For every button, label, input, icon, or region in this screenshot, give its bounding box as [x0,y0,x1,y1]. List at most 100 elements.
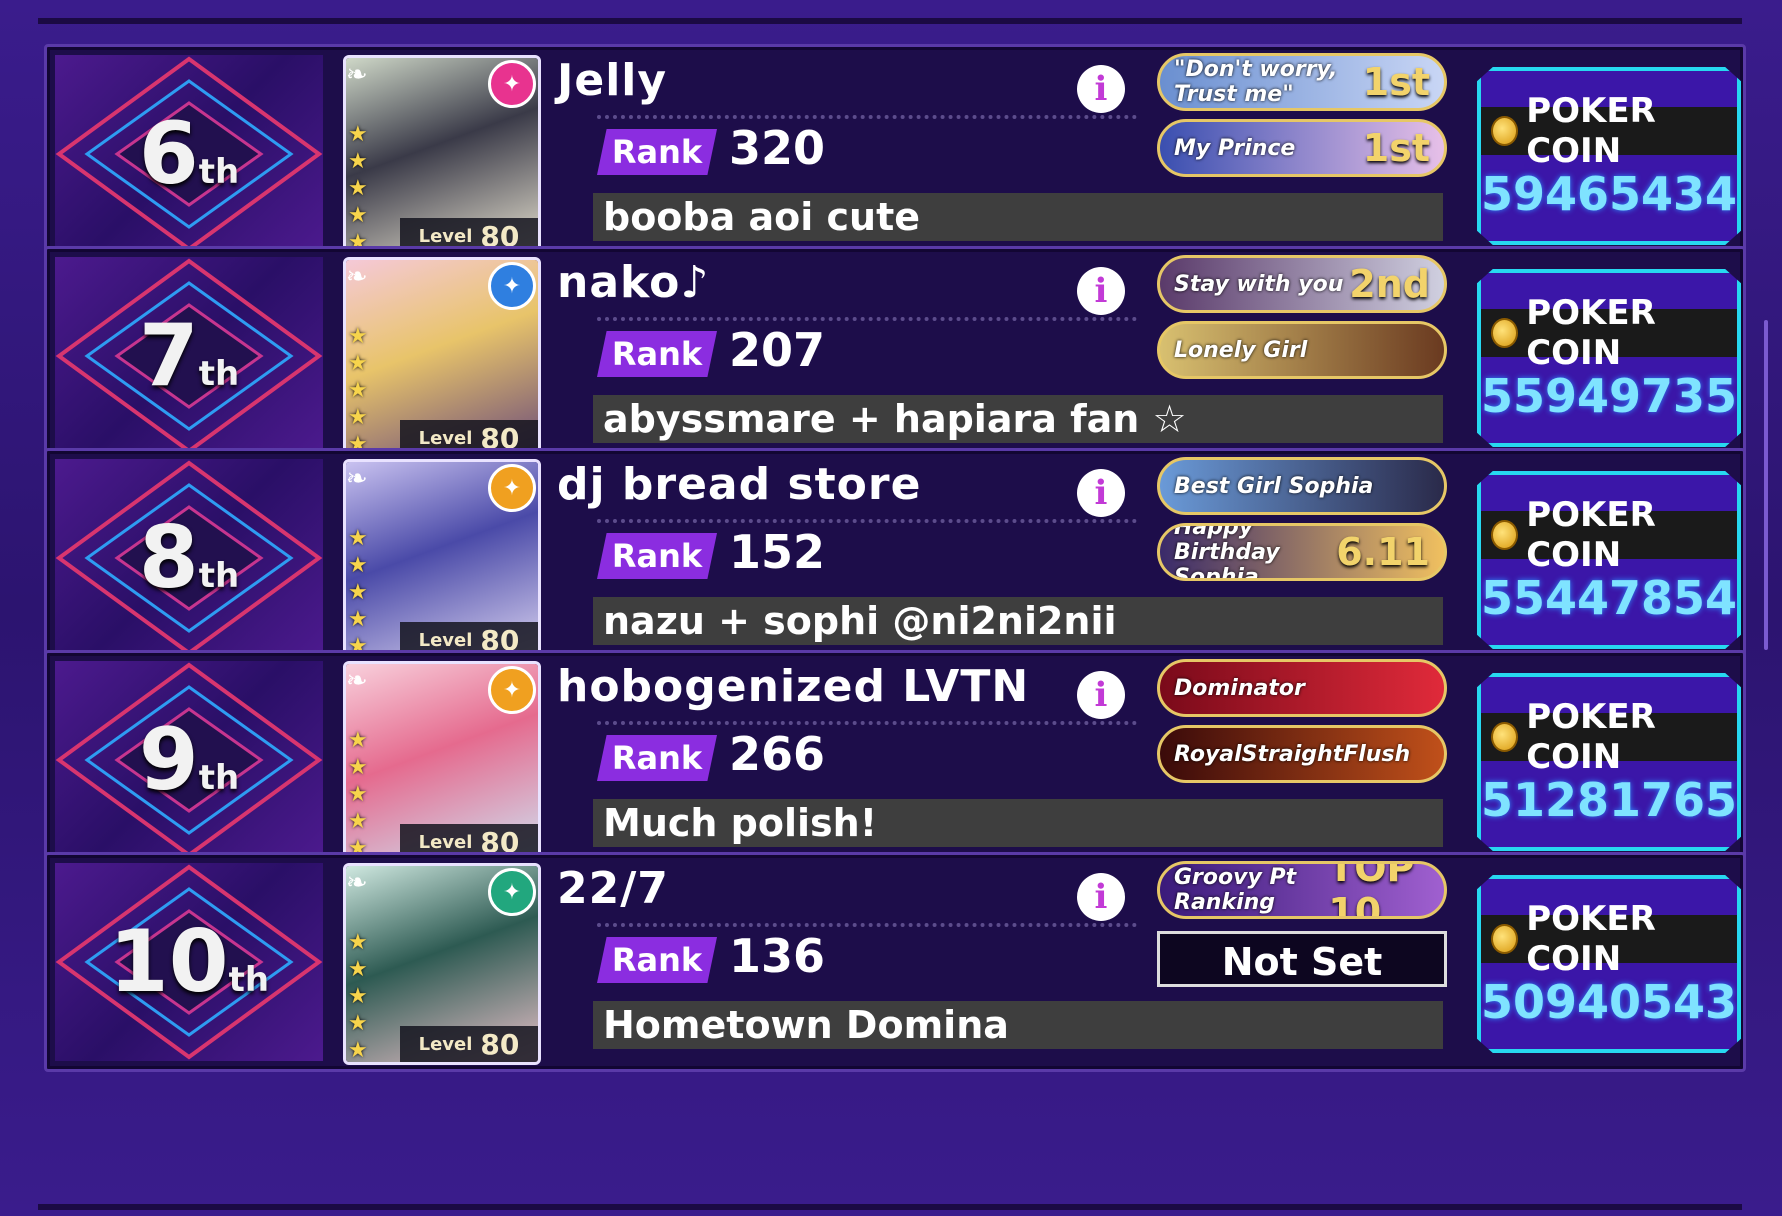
coin-header: POKER COIN [1481,899,1737,979]
title-place: 2nd [1349,262,1430,306]
title-badge-2[interactable]: Lonely Girl [1157,321,1447,379]
coin-value: 55447854 [1481,571,1738,625]
coin-value: 59465434 [1481,167,1738,221]
place-suffix: th [198,758,240,798]
rank-value: 136 [729,929,826,983]
player-card[interactable]: ❧ ✦ ★ ★ ★ ★ ★ Level 80 [343,55,541,257]
place-panel: 9 th [55,661,323,859]
place-number: 10 th [55,863,323,1061]
coin-header: POKER COIN [1481,91,1737,171]
player-comment: booba aoi cute [593,193,1443,241]
title-badge-1[interactable]: Dominator [1157,659,1447,717]
swirl-icon: ✦ [488,262,536,310]
coin-value: 50940543 [1481,975,1738,1029]
place-panel: 10 th [55,863,323,1061]
place-number: 9 th [55,661,323,859]
coin-icon [1491,924,1519,954]
ranking-row[interactable]: 10 th ❧ ✦ ★ ★ ★ ★ ★ Level 80 22/7 i Rank 136… [44,852,1746,1072]
scrollbar[interactable] [1764,320,1768,650]
title-badge-1[interactable]: Groovy Pt Ranking TOP 10 [1157,861,1447,919]
level-value: 80 [480,1027,520,1061]
rank-label: Rank [597,735,717,781]
rank-value: 266 [729,727,826,781]
rarity-icon: ❧ [346,666,368,696]
poker-coin-panel: POKER COIN 55447854 [1477,471,1741,649]
title-badge-2[interactable]: My Prince 1st [1157,119,1447,177]
poker-coin-panel: POKER COIN 59465434 [1477,67,1741,245]
title-badge-1[interactable]: "Don't worry, Trust me" 1st [1157,53,1447,111]
rank-value: 320 [729,121,826,175]
player-card[interactable]: ❧ ✦ ★ ★ ★ ★ ★ Level 80 [343,459,541,661]
info-icon[interactable]: i [1077,671,1125,719]
level-label: Level [418,831,473,853]
title-badge-2[interactable]: RoyalStraightFlush [1157,725,1447,783]
title-badge-1[interactable]: Stay with you 2nd [1157,255,1447,313]
title-text: Not Set [1221,940,1383,984]
title-not-set[interactable]: Not Set [1157,931,1447,987]
title-text: RoyalStraightFlush [1174,741,1411,767]
ranking-row[interactable]: 6 th ❧ ✦ ★ ★ ★ ★ ★ Level 80 Jelly i Rank 320… [44,44,1746,264]
poker-coin-panel: POKER COIN 50940543 [1477,875,1741,1053]
place-value: 10 [108,912,229,1012]
info-icon[interactable]: i [1077,267,1125,315]
info-icon[interactable]: i [1077,873,1125,921]
player-card[interactable]: ❧ ✦ ★ ★ ★ ★ ★ Level 80 [343,661,541,863]
level-label: Level [418,427,473,449]
ranking-row[interactable]: 9 th ❧ ✦ ★ ★ ★ ★ ★ Level 80 hobogenized LVTN… [44,650,1746,870]
player-name: dj bread store [557,459,922,510]
info-icon[interactable]: i [1077,469,1125,517]
player-name: hobogenized LVTN [557,661,1030,712]
player-comment: Much polish! [593,799,1443,847]
place-panel: 8 th [55,459,323,657]
title-badge-2[interactable]: Happy Birthday Sophia 6.11 [1157,523,1447,581]
rank-value: 152 [729,525,826,579]
rank-value: 207 [729,323,826,377]
place-value: 6 [138,104,199,204]
level-label: Level [418,225,473,247]
place-number: 8 th [55,459,323,657]
rank-label: Rank [597,937,717,983]
info-icon[interactable]: i [1077,65,1125,113]
divider [597,519,1137,523]
coin-header: POKER COIN [1481,697,1737,777]
coin-label: POKER COIN [1526,293,1656,373]
player-card[interactable]: ❧ ✦ ★ ★ ★ ★ ★ Level 80 [343,257,541,459]
ranking-row[interactable]: 8 th ❧ ✦ ★ ★ ★ ★ ★ Level 80 dj bread store i… [44,448,1746,668]
divider [597,115,1137,119]
star-rating-icon: ★ ★ ★ ★ ★ [348,526,368,659]
coin-icon [1491,116,1519,146]
star-rating-icon: ★ ★ ★ ★ ★ [348,122,368,255]
player-name: Jelly [557,55,668,106]
place-suffix: th [198,152,240,192]
leaf-icon: ✦ [488,868,536,916]
title-text: "Don't worry, Trust me" [1174,57,1338,107]
coin-label: POKER COIN [1526,495,1656,575]
coin-value: 51281765 [1481,773,1738,827]
player-card[interactable]: ❧ ✦ ★ ★ ★ ★ ★ Level 80 [343,863,541,1065]
rarity-icon: ❧ [346,868,368,898]
ranking-row[interactable]: 7 th ❧ ✦ ★ ★ ★ ★ ★ Level 80 nako♪ i Rank 207… [44,246,1746,466]
divider [597,721,1137,725]
rank-label: Rank [597,331,717,377]
player-comment: Hometown Domina [593,1001,1443,1049]
rarity-icon: ❧ [346,464,368,494]
sun-icon: ✦ [488,464,536,512]
title-text: Best Girl Sophia [1174,473,1374,499]
place-suffix: th [198,556,240,596]
rank-label: Rank [597,533,717,579]
coin-icon [1491,318,1519,348]
title-text: Lonely Girl [1174,337,1308,363]
title-text: Stay with you [1174,271,1344,297]
title-text: Groovy Pt Ranking [1174,865,1297,915]
title-place: 1st [1362,126,1430,170]
level-label: Level [418,1033,473,1055]
title-place: TOP 10 [1328,861,1415,919]
player-comment: abyssmare + hapiara fan ☆ [593,395,1443,443]
title-badge-1[interactable]: Best Girl Sophia [1157,457,1447,515]
poker-coin-panel: POKER COIN 55949735 [1477,269,1741,447]
card-level: Level 80 [400,1026,538,1062]
place-panel: 7 th [55,257,323,455]
rarity-icon: ❧ [346,262,368,292]
player-name: nako♪ [557,257,710,308]
place-panel: 6 th [55,55,323,253]
